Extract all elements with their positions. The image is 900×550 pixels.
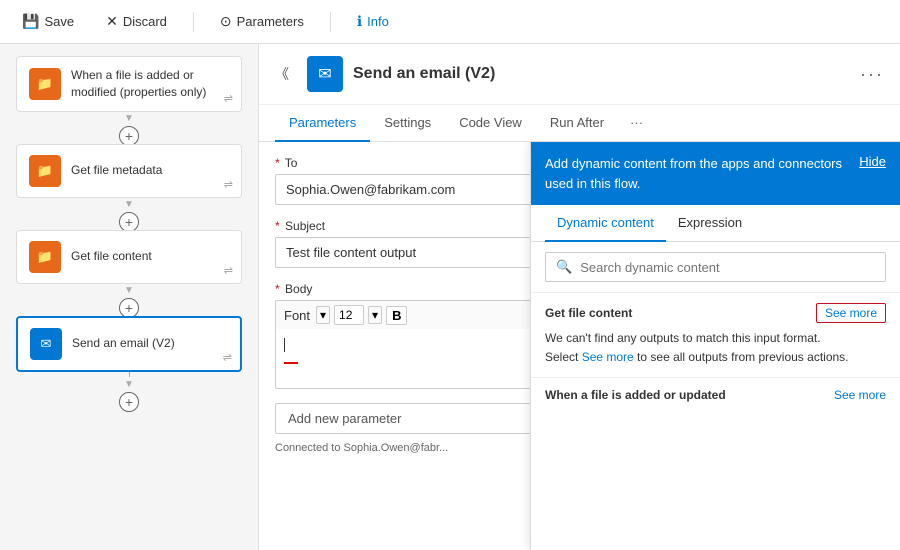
tab-parameters[interactable]: Parameters [275, 105, 370, 142]
parameters-icon: ⊙ [220, 13, 232, 30]
dynamic-tab-expression[interactable]: Expression [666, 205, 754, 242]
section1-title: Get file content [545, 306, 632, 320]
cursor [284, 338, 285, 352]
email-link-icon: ⇌ [223, 351, 232, 364]
step-email[interactable]: ✉ Send an email (V2) ⇌ [16, 316, 242, 372]
add-step2[interactable]: + [119, 212, 139, 232]
cant-find-text: We can't find any outputs to match this … [545, 329, 886, 367]
collapse-button[interactable]: 《 [275, 64, 289, 84]
tab-runafter[interactable]: Run After [536, 105, 618, 142]
body-required: * [275, 282, 280, 296]
info-button[interactable]: ℹ Info [351, 9, 395, 34]
step-trigger-text: When a file is added or modified (proper… [71, 67, 229, 101]
font-size-dropdown-btn[interactable]: ▾ [368, 306, 382, 324]
step-content[interactable]: 📁 Get file content ⇌ [16, 230, 242, 284]
dynamic-panel: Add dynamic content from the apps and co… [530, 142, 900, 550]
action-icon: ✉ [307, 56, 343, 92]
search-icon: 🔍 [556, 259, 572, 275]
more-options-button[interactable]: ··· [860, 64, 884, 85]
step-trigger[interactable]: 📁 When a file is added or modified (prop… [16, 56, 242, 112]
section1-title-row: Get file content See more [545, 303, 886, 323]
see-more-link[interactable]: See more [582, 350, 634, 364]
discard-button[interactable]: ✕ Discard [100, 9, 173, 34]
get-file-content-section: Get file content See more We can't find … [531, 293, 900, 378]
section2-title: When a file is added or updated [545, 388, 726, 402]
body-font-label: Font [284, 308, 310, 323]
to-required: * [275, 156, 280, 170]
step-metadata-text: Get file metadata [71, 162, 162, 179]
step-email-text: Send an email (V2) [72, 335, 175, 352]
add-step3[interactable]: + [119, 298, 139, 318]
info-icon: ℹ [357, 13, 362, 30]
right-panel: 《 ✉ Send an email (V2) ··· Parameters Se… [258, 44, 900, 550]
action-header: 《 ✉ Send an email (V2) ··· [259, 44, 900, 105]
underline-indicator [284, 362, 298, 364]
arrow4: ▼ [124, 379, 134, 390]
connector2: ▼ + ▼ [16, 202, 242, 230]
connector4: ▼ + [16, 376, 242, 404]
connector1: ▼ + ▼ [16, 116, 242, 144]
step-metadata[interactable]: 📁 Get file metadata ⇌ [16, 144, 242, 198]
content-area: * To * Subject * Body Fo [259, 142, 900, 550]
step-email-icon: ✉ [30, 328, 62, 360]
when-file-added-section: When a file is added or updated See more [531, 378, 900, 418]
discard-icon: ✕ [106, 13, 118, 30]
arrow3: ▼ [124, 285, 134, 296]
step-metadata-icon: 📁 [29, 155, 61, 187]
tab-codeview[interactable]: Code View [445, 105, 536, 142]
section2-title-row: When a file is added or updated See more [545, 388, 886, 402]
see-more-button-2[interactable]: See more [834, 388, 886, 402]
step-content-text: Get file content [71, 248, 152, 265]
search-input-wrap: 🔍 [545, 252, 886, 282]
hide-button[interactable]: Hide [859, 154, 886, 169]
tab-settings[interactable]: Settings [370, 105, 445, 142]
connector-line4: ▼ + [119, 367, 139, 412]
step-content-icon: 📁 [29, 241, 61, 273]
action-title: Send an email (V2) [353, 65, 495, 83]
font-dropdown-btn[interactable]: ▾ [316, 306, 330, 324]
save-button[interactable]: 💾 Save [16, 9, 80, 34]
toolbar: 💾 Save ✕ Discard ⊙ Parameters ℹ Info [0, 0, 900, 44]
trigger-link-icon: ⇌ [224, 92, 233, 105]
dynamic-header-text: Add dynamic content from the apps and co… [545, 154, 859, 193]
add-step1[interactable]: + [119, 126, 139, 146]
step-trigger-icon: 📁 [29, 68, 61, 100]
tabs-more-button[interactable]: ··· [622, 105, 651, 141]
left-panel: 📁 When a file is added or modified (prop… [0, 44, 258, 550]
see-more-button-1[interactable]: See more [816, 303, 886, 323]
subject-required: * [275, 219, 280, 233]
dynamic-header: Add dynamic content from the apps and co… [531, 142, 900, 205]
bold-button[interactable]: B [386, 306, 407, 325]
dynamic-tab-content[interactable]: Dynamic content [545, 205, 666, 242]
parameters-button[interactable]: ⊙ Parameters [214, 9, 310, 34]
add-step4[interactable]: + [119, 392, 139, 412]
content-link-icon: ⇌ [224, 264, 233, 277]
main-layout: 📁 When a file is added or modified (prop… [0, 44, 900, 550]
separator [193, 12, 194, 32]
arrow1: ▼ [124, 113, 134, 124]
search-input[interactable] [580, 260, 875, 275]
save-icon: 💾 [22, 13, 39, 30]
font-size-input[interactable] [334, 305, 364, 325]
connector3: ▼ + ▼ [16, 288, 242, 316]
action-tabs: Parameters Settings Code View Run After … [259, 105, 900, 142]
separator2 [330, 12, 331, 32]
search-box: 🔍 [531, 242, 900, 293]
dynamic-tabs: Dynamic content Expression [531, 205, 900, 242]
metadata-link-icon: ⇌ [224, 178, 233, 191]
arrow2: ▼ [124, 199, 134, 210]
